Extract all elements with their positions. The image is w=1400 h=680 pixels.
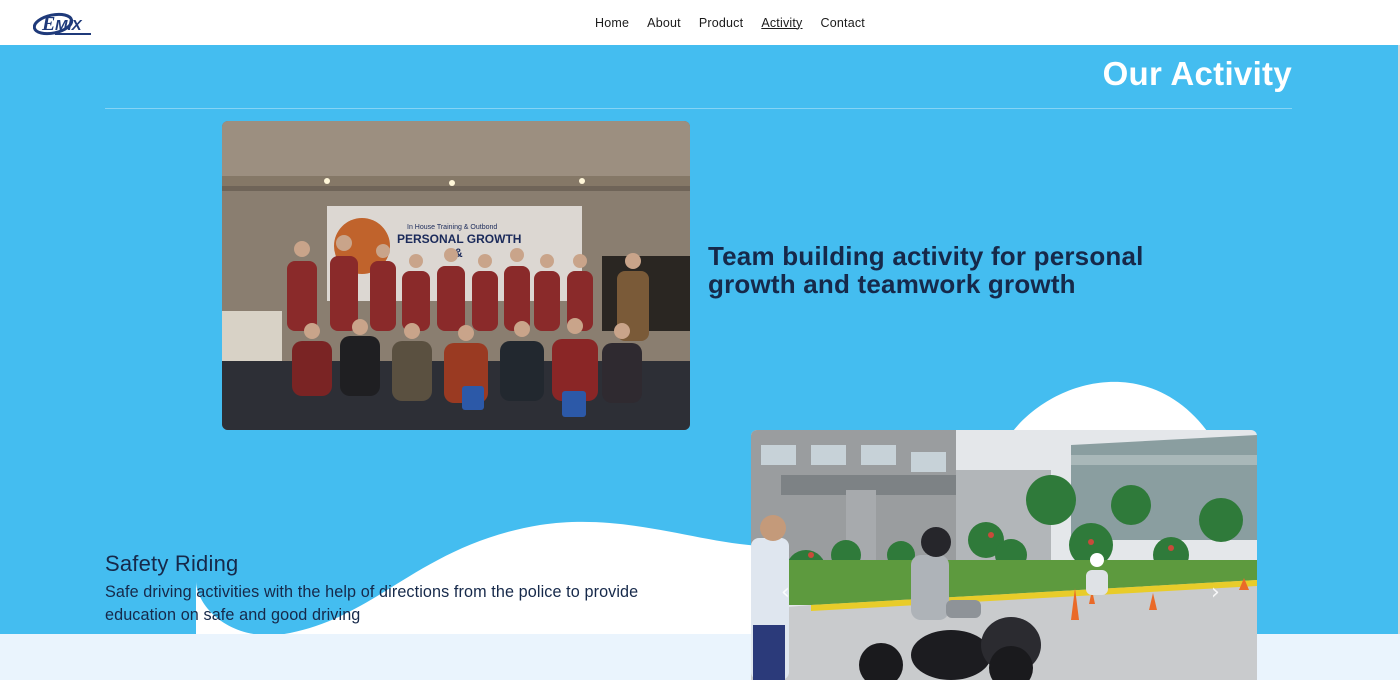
chevron-right-icon: › bbox=[1211, 580, 1220, 605]
nav-home[interactable]: Home bbox=[595, 16, 629, 30]
carousel-prev-button[interactable]: ‹ bbox=[781, 580, 790, 605]
team-building-caption: Team building activity for personal grow… bbox=[708, 241, 1144, 299]
chevron-left-icon: ‹ bbox=[781, 580, 790, 605]
svg-text:In House Training & Outbond: In House Training & Outbond bbox=[407, 224, 497, 231]
nav-activity[interactable]: Activity bbox=[761, 16, 802, 30]
nav-about[interactable]: About bbox=[647, 16, 681, 30]
nav-product[interactable]: Product bbox=[699, 16, 743, 30]
emix-logo[interactable]: E MIX bbox=[33, 6, 95, 38]
title-divider bbox=[105, 108, 1292, 109]
safety-riding-photo bbox=[751, 430, 1257, 680]
emix-logo-icon: E MIX bbox=[33, 12, 91, 36]
team-building-photo: In House Training & Outbond PERSONAL GRO… bbox=[222, 121, 690, 430]
svg-text:PERSONAL GROWTH: PERSONAL GROWTH bbox=[397, 232, 521, 246]
svg-text:MIX: MIX bbox=[55, 17, 83, 34]
main-nav: Home About Product Activity Contact bbox=[586, 0, 874, 45]
safety-riding-title: Safety Riding bbox=[105, 551, 239, 576]
svg-text:E: E bbox=[41, 13, 55, 35]
navbar: E MIX Home About Product Activity Contac… bbox=[0, 0, 1400, 45]
safety-riding-description: Safe driving activities with the help of… bbox=[105, 583, 639, 624]
page-title: Our Activity bbox=[1102, 55, 1292, 92]
carousel-next-button[interactable]: › bbox=[1211, 580, 1220, 605]
nav-contact[interactable]: Contact bbox=[821, 16, 865, 30]
